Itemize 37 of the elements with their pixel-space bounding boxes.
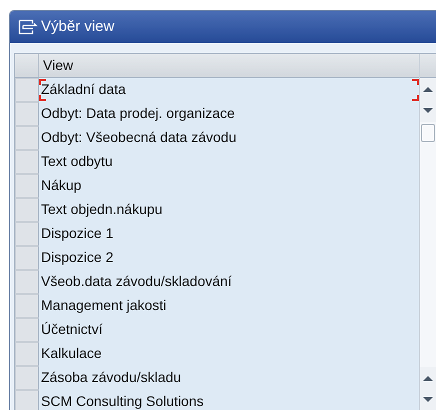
table-cell[interactable]: Účetnictví <box>39 318 419 342</box>
row-selector[interactable] <box>15 174 39 198</box>
scroll-down-icon[interactable] <box>423 397 433 403</box>
row-selector[interactable] <box>15 270 39 294</box>
row-selector[interactable] <box>15 366 39 390</box>
table-cell[interactable]: Kalkulace <box>39 342 419 366</box>
window-title: Výběr view <box>41 16 114 37</box>
table-cell[interactable]: Text odbytu <box>39 150 419 174</box>
row-selector[interactable] <box>15 102 39 126</box>
scroll-up-icon[interactable] <box>423 375 433 381</box>
row-selector[interactable] <box>15 246 39 270</box>
table-cell[interactable]: SCM Consulting Solutions <box>39 390 419 410</box>
row-selector[interactable] <box>15 198 39 222</box>
scroll-down-icon[interactable] <box>423 108 433 114</box>
scroll-up-icon[interactable] <box>423 86 433 92</box>
row-selector[interactable] <box>15 150 39 174</box>
table-cell[interactable]: Dispozice 2 <box>39 246 419 270</box>
row-selector[interactable] <box>15 126 39 150</box>
row-selector[interactable] <box>15 222 39 246</box>
table-cell[interactable]: Dispozice 1 <box>39 222 419 246</box>
column-header[interactable]: View <box>39 54 74 77</box>
row-selector[interactable] <box>15 78 39 102</box>
scroll-thumb[interactable] <box>421 124 435 142</box>
table-cell[interactable]: Nákup <box>39 174 419 198</box>
table-cell[interactable]: Všeob.data závodu/skladování <box>39 270 419 294</box>
table-cell[interactable]: Zásoba závodu/skladu <box>39 366 419 390</box>
table-cell[interactable]: Odbyt: Data prodej. organizace <box>39 102 419 126</box>
row-selector[interactable] <box>15 342 39 366</box>
table-cell[interactable]: Text objedn.nákupu <box>39 198 419 222</box>
row-selector[interactable] <box>15 294 39 318</box>
dialog-icon <box>18 19 38 35</box>
row-selector[interactable] <box>15 318 39 342</box>
table-cell[interactable]: Management jakosti <box>39 294 419 318</box>
table-cell[interactable]: Odbyt: Všeobecná data závodu <box>39 126 419 150</box>
row-selector[interactable] <box>15 390 39 410</box>
scroll-bar[interactable] <box>419 54 436 410</box>
table-cell[interactable]: Základní data <box>39 78 419 102</box>
